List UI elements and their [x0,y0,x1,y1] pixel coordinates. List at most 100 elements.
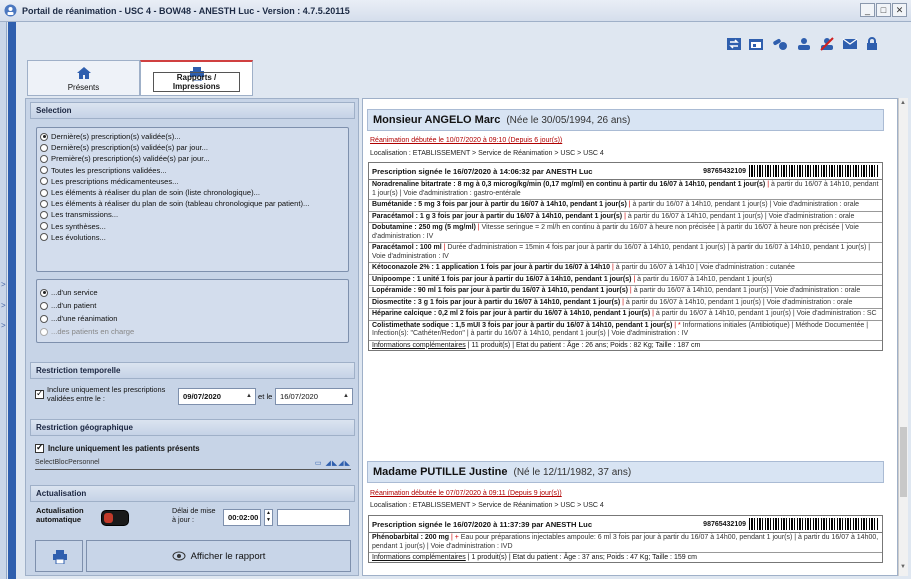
show-report-button[interactable]: Afficher le rapport [86,540,351,572]
auto-refresh-toggle[interactable] [101,510,129,526]
report-scrollbar[interactable]: ▲ ▼ [898,98,908,576]
medication-row: Paracétamol : 1 g 3 fois par jour à part… [369,212,882,223]
radio-option[interactable]: Les éléments à réaliser du plan de soin … [37,198,348,209]
window-title: Portail de réanimation - USC 4 - BOW48 -… [22,5,350,16]
radio-option[interactable]: Les synthèses... [37,221,348,232]
geo-checkbox-row[interactable]: Inclure uniquement les patients présents [35,442,200,453]
personnel-select[interactable]: SelectBlocPersonnel ▭ ◢◣◢◣ [35,459,351,470]
maximize-button[interactable]: □ [876,3,891,17]
temporal-checkbox[interactable] [35,388,44,399]
radio-label: Première(s) prescription(s) validée(s) p… [51,154,210,164]
radio-option[interactable]: Les transmissions... [37,209,348,220]
app-icon [4,4,17,17]
close-button[interactable]: ✕ [892,3,907,17]
prescription-box: Prescription signée le 16/07/2020 à 11:3… [368,515,883,563]
delay-input[interactable]: 00:02:00 [223,509,261,526]
medication-row: Noradrenaline bitartrate : 8 mg à 0,3 mi… [369,180,882,200]
scroll-up-icon[interactable]: ▲ [900,100,906,106]
radio-option[interactable]: Les prescriptions médicamenteuses... [37,176,348,187]
print-button[interactable] [35,540,83,572]
separator: | + [449,534,461,541]
radio-option[interactable]: ...d'un service [37,286,348,299]
date-to-picker[interactable]: 16/07/2020 ▲ [275,388,353,405]
patient-info-line: Informations complémentaires | 11 produi… [369,341,882,350]
radio-button[interactable] [40,288,48,297]
medication-details: à partir du 16/07 à 14h10, pendant 1 jou… [655,310,877,317]
radio-option[interactable]: Toutes les prescriptions validées... [37,165,348,176]
user-group-icon[interactable] [796,37,812,51]
radio-button[interactable] [40,166,48,175]
keyboard-icon[interactable]: ▭ ◢◣◢◣ [315,459,351,467]
accent-bar [8,22,16,579]
pills-icon[interactable] [772,37,788,51]
radio-option[interactable]: ...d'une réanimation [37,312,348,325]
lock-icon[interactable] [864,37,880,51]
radio-button[interactable] [40,143,48,152]
patient-birth: (Née le 30/05/1994, 26 ans) [506,115,631,126]
radio-button[interactable] [40,314,48,323]
temporal-checkbox-row[interactable]: Inclure uniquement les prescriptions val… [35,385,175,403]
radio-option[interactable]: Dernière(s) prescription(s) validée(s)..… [37,131,348,142]
date-from-picker[interactable]: 09/07/2020 ▲ [178,388,256,405]
radio-button[interactable] [40,188,48,197]
reanimation-link[interactable]: Réanimation débutée le 10/07/2020 à 09:1… [370,137,562,144]
info-link[interactable]: Informations complémentaires [372,342,466,349]
prescription-title: Prescription signée le 16/07/2020 à 14:0… [372,167,593,176]
info-text: | 11 produit(s) | Etat du patient : Âge … [465,341,701,349]
prescription-header: Prescription signée le 16/07/2020 à 14:0… [369,163,882,180]
transfer-icon[interactable] [726,37,742,51]
medication-name: Bumétanide : 5 mg 3 fois par jour à part… [372,201,627,208]
collapsed-sidebar[interactable]: > > > [0,22,7,579]
dropdown-arrow-icon: ▲ [246,393,252,399]
radio-button[interactable] [40,233,48,242]
info-text: | 1 produit(s) | Etat du patient : Âge :… [465,554,697,561]
radio-button[interactable] [40,210,48,219]
selection-header: Selection [30,102,355,119]
medication-name: Dobutamine : 250 mg (5 mg/ml) [372,224,476,231]
radio-option: ...des patients en charge [37,325,348,338]
radio-option[interactable]: Les éléments à réaliser du plan de soin … [37,187,348,198]
calendar-icon[interactable] [748,37,764,51]
medication-row: Paracétamol : 100 ml | Durée d'administr… [369,243,882,263]
medication-name: Paracétamol : 100 ml [372,244,442,251]
auto-refresh-label: Actualisation automatique [36,506,84,524]
patient-name: Madame PUTILLE Justine [373,466,508,478]
mail-icon[interactable] [842,37,858,51]
scroll-down-icon[interactable]: ▼ [900,564,906,570]
eye-icon [172,551,186,561]
radio-button[interactable] [40,199,48,208]
radio-option[interactable]: Les évolutions... [37,232,348,243]
reanimation-link[interactable]: Réanimation débutée le 07/07/2020 à 09:1… [370,490,562,497]
radio-label: Dernière(s) prescription(s) validée(s)..… [51,132,181,142]
radio-button[interactable] [40,132,48,141]
report-view[interactable]: Monsieur ANGELO Marc (Née le 30/05/1994, … [362,98,898,576]
dropdown-arrow-icon: ▲ [343,393,349,399]
expand-arrow[interactable]: > [1,321,6,330]
location-text: Localisation : ETABLISSEMENT > Service d… [370,150,604,157]
user-doctor-icon[interactable] [819,37,835,51]
radio-option[interactable]: ...d'un patient [37,299,348,312]
radio-button[interactable] [40,177,48,186]
medication-row: Diosmectite : 3 g 1 fois par jour à part… [369,298,882,309]
geo-checkbox[interactable] [35,442,44,453]
info-link[interactable]: Informations complémentaires [372,554,466,561]
delay-extra-field[interactable] [277,509,350,526]
radio-button[interactable] [40,222,48,231]
radio-button[interactable] [40,154,48,163]
expand-arrow[interactable]: > [1,280,6,289]
medication-details: à partir du 16/07 à 14h10, pendant 1 jou… [632,201,860,208]
delay-spinner[interactable]: ▲ ▼ [264,509,273,526]
minimize-button[interactable]: _ [860,3,875,17]
radio-option[interactable]: Dernière(s) prescription(s) validée(s) p… [37,142,348,153]
medication-details: à partir du 16/07 à 14h10 | Voie d'admin… [615,264,795,271]
temporal-checkbox-label: Inclure uniquement les prescriptions val… [47,385,166,403]
radio-label: ...d'un patient [51,301,97,310]
radio-button[interactable] [40,301,48,310]
scroll-thumb[interactable] [900,427,907,497]
medication-name: Lopéramide : 90 ml 1 fois par jour à par… [372,287,628,294]
expand-arrow[interactable]: > [1,301,6,310]
tab-presents[interactable]: Présents [27,60,140,96]
home-icon [76,67,91,79]
radio-option[interactable]: Première(s) prescription(s) validée(s) p… [37,153,348,164]
tab-rapports-impressions[interactable]: Rapports / Impressions [140,60,253,96]
